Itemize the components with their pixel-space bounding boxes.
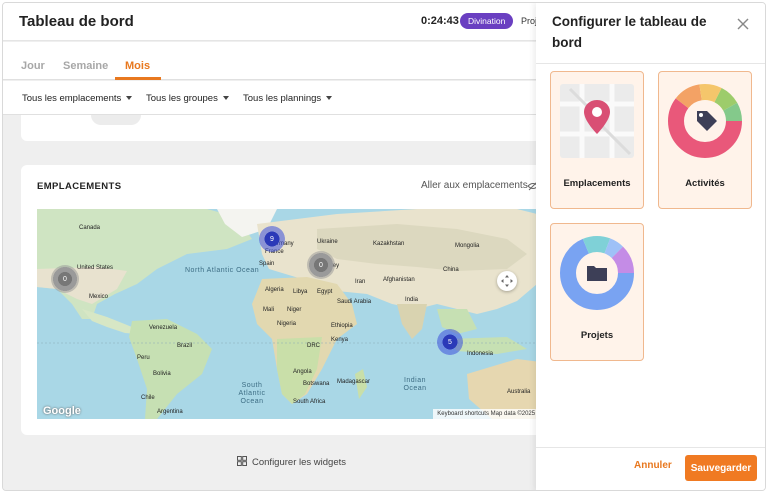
truncated-header-text: Proj: [521, 16, 538, 26]
widget-label: Projets: [580, 330, 614, 341]
filter-plannings-label: Tous les plannings: [243, 93, 322, 104]
cancel-button[interactable]: Annuler: [634, 460, 672, 471]
panel-title: Configurer le tableau de bord: [552, 14, 707, 50]
configure-widgets-label: Configurer les widgets: [252, 457, 346, 468]
move-icon: [501, 275, 513, 287]
project-badge[interactable]: Divination: [460, 13, 514, 29]
country-label: Chile: [141, 395, 155, 401]
active-tab-indicator: [115, 77, 161, 80]
country-label: Mali: [263, 307, 275, 313]
map-cluster-marker[interactable]: 5: [437, 329, 463, 355]
country-label: Peru: [137, 355, 150, 361]
country-label: Bolivia: [153, 371, 171, 377]
country-label: Mexico: [89, 294, 109, 300]
country-label: Kenya: [331, 337, 349, 343]
tab-month[interactable]: Mois: [125, 60, 150, 72]
country-label: Spain: [259, 261, 275, 267]
country-label: Indonesia: [467, 351, 494, 357]
widget-card-activities[interactable]: Activités: [658, 71, 752, 209]
country-label: Argentina: [157, 409, 183, 415]
chevron-down-icon: [126, 96, 133, 101]
country-label: Mongolia: [455, 243, 480, 249]
country-label: Angola: [293, 369, 312, 375]
divider: [536, 63, 765, 64]
timer-display: 0:24:43: [421, 15, 459, 27]
country-label: Niger: [287, 307, 302, 313]
save-button[interactable]: Sauvegarder: [685, 455, 757, 481]
world-map[interactable]: North Atlantic Ocean South Atlantic Ocea…: [37, 209, 557, 419]
filter-groups-label: Tous les groupes: [146, 93, 218, 104]
country-label: Kazakhstan: [373, 241, 405, 247]
grid-icon: [237, 456, 247, 466]
country-label: DRC: [307, 343, 320, 349]
country-label: Afghanistan: [383, 277, 415, 283]
country-label: Venezuela: [149, 325, 178, 331]
country-label: Libya: [293, 289, 308, 295]
country-label: Ukraine: [317, 239, 338, 245]
country-label: Australia: [507, 389, 531, 395]
country-label: Nigeria: [277, 321, 297, 327]
configure-widgets-link[interactable]: Configurer les widgets: [237, 456, 346, 468]
map-cluster-marker[interactable]: 0: [51, 265, 79, 293]
country-label: Ethiopia: [331, 323, 353, 329]
country-label: Brazil: [177, 343, 193, 349]
widget-card-locations[interactable]: Emplacements: [550, 71, 644, 209]
ocean-label: Indian Ocean: [403, 377, 427, 392]
country-label: Saudi Arabia: [337, 299, 372, 305]
locations-widget-title: EMPLACEMENTS: [37, 181, 122, 192]
ocean-label: South Atlantic Ocean: [238, 382, 266, 405]
page-title: Tableau de bord: [19, 13, 134, 30]
country-label: Canada: [79, 225, 101, 231]
folder-donut-icon: [560, 236, 634, 310]
map-land: [37, 209, 557, 419]
country-label: Iran: [355, 279, 366, 285]
filter-locations[interactable]: Tous les emplacements: [22, 93, 133, 104]
country-label: South Africa: [293, 399, 326, 405]
widget-label: Activités: [685, 178, 725, 189]
close-icon[interactable]: [736, 17, 750, 31]
window: Tableau de bord 0:24:43 Divination Proj …: [2, 2, 766, 491]
tab-day[interactable]: Jour: [21, 60, 45, 72]
country-label: Algeria: [265, 287, 284, 293]
widget-card-projects[interactable]: Projets: [550, 223, 644, 361]
filter-groups[interactable]: Tous les groupes: [146, 93, 229, 104]
filter-plannings[interactable]: Tous les plannings: [243, 93, 333, 104]
divider: [536, 447, 765, 448]
tag-donut-icon: [668, 84, 742, 158]
chart-fragment: [91, 115, 141, 125]
map-drag-control[interactable]: [497, 271, 517, 291]
map-cluster-marker[interactable]: 0: [307, 251, 335, 279]
country-label: United States: [77, 265, 114, 271]
go-to-locations-link[interactable]: Aller aux emplacements: [421, 180, 528, 191]
ocean-label: North Atlantic Ocean: [185, 267, 260, 274]
map-cluster-marker[interactable]: 9: [259, 226, 285, 252]
country-label: Madagascar: [337, 379, 371, 385]
country-label: China: [443, 267, 459, 273]
tab-week[interactable]: Semaine: [63, 60, 108, 72]
google-logo: Google: [43, 405, 81, 417]
country-label: India: [405, 297, 419, 303]
chevron-down-icon: [326, 96, 333, 101]
configure-dashboard-panel: Configurer le tableau de bord Emplacemen…: [536, 3, 765, 490]
widget-label: Emplacements: [563, 178, 631, 189]
filter-locations-label: Tous les emplacements: [22, 93, 122, 104]
chevron-down-icon: [222, 96, 229, 101]
country-label: Botswana: [303, 381, 330, 387]
country-label: Egypt: [317, 289, 333, 295]
map-pin-icon: [560, 84, 634, 158]
